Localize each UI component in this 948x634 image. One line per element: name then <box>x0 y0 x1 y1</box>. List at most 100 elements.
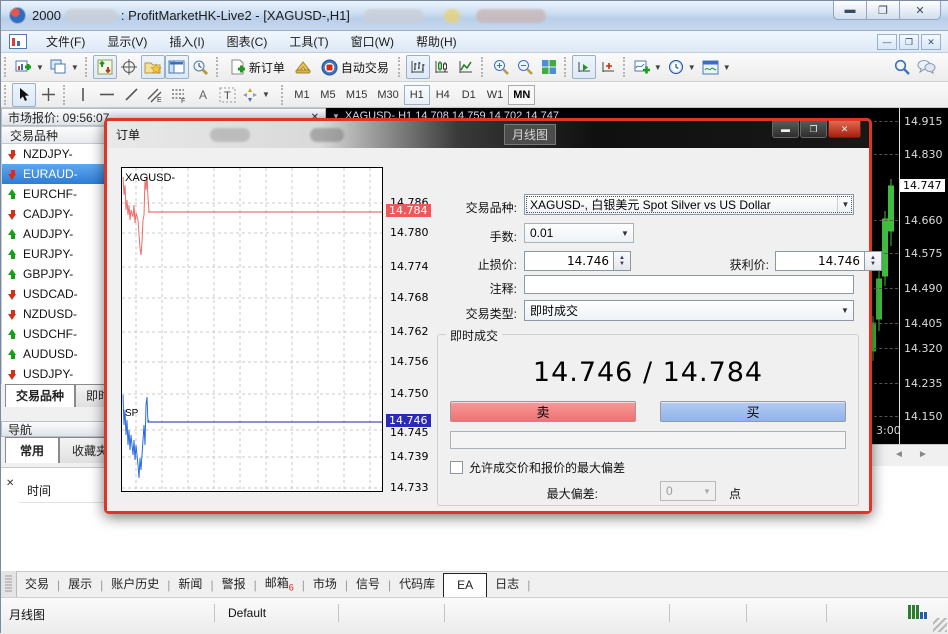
resize-grip[interactable] <box>933 618 947 632</box>
search-button[interactable] <box>890 55 914 79</box>
tab-account-history[interactable]: 账户历史 <box>103 571 167 597</box>
toolbar-grip[interactable] <box>216 57 221 77</box>
indicators-button[interactable]: ▼ <box>631 55 665 79</box>
cursor-tool[interactable] <box>12 83 36 107</box>
zoom-in-button[interactable] <box>489 55 513 79</box>
horizontal-line-tool[interactable] <box>95 83 119 107</box>
mdi-close-button[interactable]: ✕ <box>921 34 941 50</box>
mdi-minimize-button[interactable]: — <box>877 34 897 50</box>
new-chart-button[interactable]: ▼ <box>12 55 47 79</box>
tab-market[interactable]: 市场 <box>305 571 345 597</box>
chevron-down-icon[interactable]: ▼ <box>837 301 853 320</box>
profiles-button[interactable]: ▼ <box>47 55 82 79</box>
tab-codebase[interactable]: 代码库 <box>391 571 443 597</box>
bar-chart-button[interactable] <box>406 55 430 79</box>
terminal-toggle[interactable] <box>165 55 189 79</box>
menu-help[interactable]: 帮助(H) <box>405 31 468 53</box>
autotrading-button[interactable]: 自动交易 <box>315 55 395 79</box>
terminal-grip-icon[interactable] <box>1 571 17 597</box>
fibonacci-tool[interactable]: F <box>167 83 191 107</box>
menu-view[interactable]: 显示(V) <box>96 31 158 53</box>
menu-insert[interactable]: 插入(I) <box>158 31 215 53</box>
close-button[interactable]: ✕ <box>899 1 941 20</box>
spin-down-icon[interactable]: ▼ <box>619 261 625 267</box>
takeprofit-spinner[interactable]: ▲▼ <box>865 251 882 271</box>
symbol-select[interactable]: XAGUSD-, 白银美元 Spot Silver vs US Dollar ▼ <box>524 194 854 215</box>
candlestick-button[interactable] <box>430 55 454 79</box>
timeframe-w1[interactable]: W1 <box>482 85 509 105</box>
takeprofit-input[interactable] <box>775 251 865 271</box>
timeframe-h4[interactable]: H4 <box>430 85 456 105</box>
toolbar-grip[interactable] <box>564 57 569 77</box>
timeframe-h1[interactable]: H1 <box>404 85 430 105</box>
new-order-button[interactable]: 新订单 <box>224 55 291 79</box>
chevron-down-icon[interactable]: ▼ <box>617 224 633 242</box>
mdi-restore-button[interactable]: ❐ <box>899 34 919 50</box>
auto-scroll-button[interactable] <box>572 55 596 79</box>
menu-charts[interactable]: 图表(C) <box>216 31 279 53</box>
toolbar-grip[interactable] <box>398 57 403 77</box>
buy-button[interactable]: 买 <box>660 401 846 422</box>
tab-exposure[interactable]: 展示 <box>60 571 100 597</box>
label-tool[interactable]: T <box>215 83 239 107</box>
terminal-close-icon[interactable]: ✕ <box>6 478 14 489</box>
vertical-line-tool[interactable] <box>71 83 95 107</box>
tab-alerts[interactable]: 警报 <box>214 571 254 597</box>
tab-news[interactable]: 新闻 <box>170 571 210 597</box>
zoom-out-button[interactable] <box>513 55 537 79</box>
toolbar-grip[interactable] <box>85 57 90 77</box>
menu-window[interactable]: 窗口(W) <box>340 31 405 53</box>
order-dialog-titlebar[interactable]: 订单 月线图 ▬ ❐ ✕ <box>107 121 869 148</box>
order-type-select[interactable]: 即时成交 ▼ <box>524 300 854 321</box>
trendline-tool[interactable] <box>119 83 143 107</box>
timeframe-m15[interactable]: M15 <box>341 85 372 105</box>
toolbar-grip[interactable] <box>623 57 628 77</box>
timeframe-m5[interactable]: M5 <box>315 85 341 105</box>
stoploss-spinner[interactable]: ▲▼ <box>614 251 631 271</box>
metaeditor-button[interactable] <box>291 55 315 79</box>
timeframe-d1[interactable]: D1 <box>456 85 482 105</box>
timeframe-m30[interactable]: M30 <box>372 85 403 105</box>
timeframe-m1[interactable]: M1 <box>289 85 315 105</box>
comment-input[interactable] <box>524 275 854 294</box>
menu-tools[interactable]: 工具(T) <box>278 31 339 53</box>
volume-select[interactable]: 0.01 ▼ <box>524 223 634 243</box>
toolbar-grip[interactable] <box>481 57 486 77</box>
tab-mailbox[interactable]: 邮箱6 <box>257 570 302 597</box>
periods-button[interactable]: ▼ <box>665 55 699 79</box>
deviation-checkbox[interactable] <box>450 461 463 474</box>
spin-down-icon[interactable]: ▼ <box>870 261 876 267</box>
channel-tool[interactable]: E <box>143 83 167 107</box>
toolbar-grip[interactable] <box>4 85 9 105</box>
dialog-minimize-button[interactable]: ▬ <box>772 121 799 138</box>
tab-symbols[interactable]: 交易品种 <box>5 384 75 407</box>
tab-common[interactable]: 常用 <box>5 437 59 463</box>
templates-button[interactable]: ▼ <box>699 55 734 79</box>
strategy-tester-button[interactable] <box>189 55 213 79</box>
chart-shift-button[interactable] <box>596 55 620 79</box>
sell-button[interactable]: 卖 <box>450 401 636 422</box>
chat-button[interactable] <box>914 55 939 79</box>
dialog-close-button[interactable]: ✕ <box>828 121 861 138</box>
scroll-right-icon[interactable]: ► <box>918 449 928 460</box>
arrows-tool[interactable]: ▼ <box>239 83 273 107</box>
dialog-restore-button[interactable]: ❐ <box>800 121 827 138</box>
line-chart-button[interactable] <box>454 55 478 79</box>
toolbar-grip[interactable] <box>63 85 68 105</box>
scroll-left-icon[interactable]: ◄ <box>894 449 904 460</box>
tab-trade[interactable]: 交易 <box>17 571 57 597</box>
tab-signals[interactable]: 信号 <box>348 571 388 597</box>
market-watch-toggle[interactable] <box>93 55 117 79</box>
navigator-toggle[interactable] <box>141 55 165 79</box>
chevron-down-icon[interactable]: ▼ <box>837 195 853 214</box>
stoploss-input[interactable] <box>524 251 614 271</box>
tab-ea[interactable]: EA <box>443 573 487 598</box>
toolbar-grip[interactable] <box>4 57 9 77</box>
tile-windows-button[interactable] <box>537 55 561 79</box>
maximize-button[interactable]: ❐ <box>866 1 900 20</box>
data-window-button[interactable] <box>117 55 141 79</box>
toolbar-grip[interactable] <box>281 85 286 105</box>
minimize-button[interactable]: ▬ <box>833 1 867 20</box>
menu-file[interactable]: 文件(F) <box>35 31 96 53</box>
text-tool[interactable]: A <box>191 83 215 107</box>
